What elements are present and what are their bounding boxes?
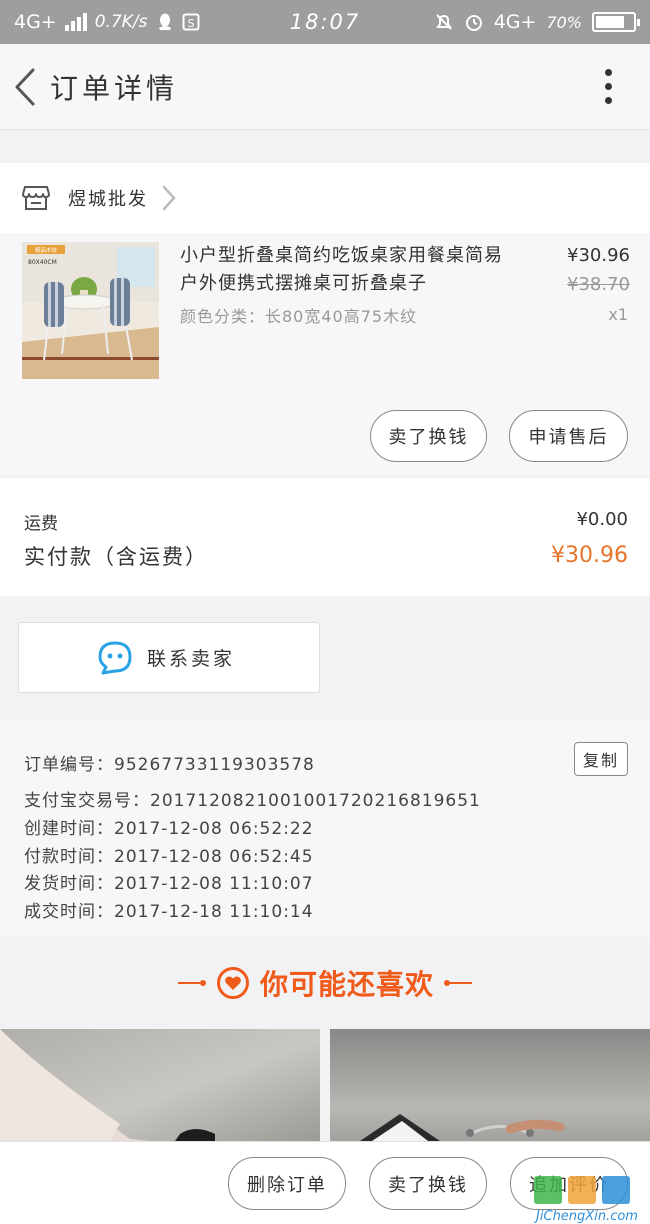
battery-icon xyxy=(592,12,640,32)
product-item[interactable]: 精品木纹 80X40CM 小户型折叠桌简约吃饭桌家用餐桌简易户外便携式摆摊桌可折… xyxy=(0,233,650,476)
create-time: 创建时间：2017-12-08 06:52:22 xyxy=(24,819,314,839)
contact-seller-button[interactable]: 联系卖家 xyxy=(18,622,320,693)
copy-button[interactable]: 复制 xyxy=(574,742,628,776)
mute-bell-icon xyxy=(435,14,452,30)
recommend-title: 你可能还喜欢 xyxy=(259,968,434,1001)
recommend-header: 你可能还喜欢 xyxy=(0,939,650,1027)
recommend-item-2[interactable] xyxy=(330,1029,650,1141)
order-info: 订单编号：95267733119303578 支付宝交易号：2017120821… xyxy=(0,720,650,937)
product-quantity: x1 xyxy=(608,305,628,324)
status-bar: 4G+ 0.7K/s S 18:07 4G+ 70% xyxy=(0,0,650,44)
sim-icon: S xyxy=(182,13,200,31)
image-badge: 精品木纹 xyxy=(35,246,58,254)
image-size-label: 80X40CM xyxy=(28,259,57,266)
net-speed: 0.7K/s xyxy=(94,12,148,32)
qq-icon xyxy=(158,13,171,30)
page-title: 订单详情 xyxy=(50,71,179,105)
shipping-label: 运费 xyxy=(24,514,58,534)
paid-label: 实付款（含运费） xyxy=(24,545,208,569)
order-number: 订单编号：95267733119303578 xyxy=(24,755,315,775)
signal-icon xyxy=(64,13,87,31)
sell-again-button[interactable]: 卖了换钱 xyxy=(369,1157,487,1210)
chat-bubble-icon xyxy=(98,641,132,675)
sell-button[interactable]: 卖了换钱 xyxy=(370,410,487,462)
store-icon xyxy=(22,186,50,210)
heart-icon xyxy=(216,967,249,999)
contact-section: 联系卖家 xyxy=(0,597,650,702)
back-button[interactable] xyxy=(4,57,46,117)
delete-order-button[interactable]: 删除订单 xyxy=(228,1157,346,1210)
chevron-left-icon xyxy=(15,68,35,105)
product-image[interactable]: 精品木纹 80X40CM xyxy=(22,242,159,379)
battery-level: 70% xyxy=(546,12,582,32)
divider-left xyxy=(177,980,206,986)
chevron-right-icon xyxy=(162,185,176,211)
recommend-item-1[interactable] xyxy=(0,1029,320,1141)
svg-text:S: S xyxy=(187,17,194,30)
contact-seller-label: 联系卖家 xyxy=(147,648,236,670)
paid-value: ¥30.96 xyxy=(551,543,628,568)
after-sales-button[interactable]: 申请售后 xyxy=(509,410,628,462)
nav-bar: 订单详情 xyxy=(0,44,650,130)
divider-right xyxy=(444,980,472,986)
more-vertical-icon[interactable] xyxy=(597,61,620,112)
alarm-icon xyxy=(465,15,482,31)
product-price: ¥30.96 xyxy=(567,245,630,266)
network-label-right: 4G+ xyxy=(493,11,537,33)
fee-summary: 运费 ¥0.00 实付款（含运费） ¥30.96 xyxy=(0,478,650,596)
shop-name: 煜城批发 xyxy=(68,189,148,210)
product-original-price: ¥38.70 xyxy=(567,274,630,295)
deal-time: 成交时间：2017-12-18 11:10:14 xyxy=(24,902,314,922)
shipping-value: ¥0.00 xyxy=(576,509,628,530)
network-label: 4G+ xyxy=(14,11,57,33)
product-title[interactable]: 小户型折叠桌简约吃饭桌家用餐桌简易户外便携式摆摊桌可折叠桌子 xyxy=(180,242,520,298)
ship-time: 发货时间：2017-12-08 11:10:07 xyxy=(24,874,314,894)
alipay-trade-number: 支付宝交易号：2017120821001001720216819651 xyxy=(24,791,481,811)
pay-time: 付款时间：2017-12-08 06:52:45 xyxy=(24,847,314,867)
watermark-text: JiChengXin.com xyxy=(533,1209,638,1224)
watermark-logo: JiChengXin.com xyxy=(524,1172,650,1224)
product-spec: 颜色分类：长80宽40高75木纹 xyxy=(180,307,418,326)
shop-row[interactable]: 煜城批发 xyxy=(0,163,650,233)
